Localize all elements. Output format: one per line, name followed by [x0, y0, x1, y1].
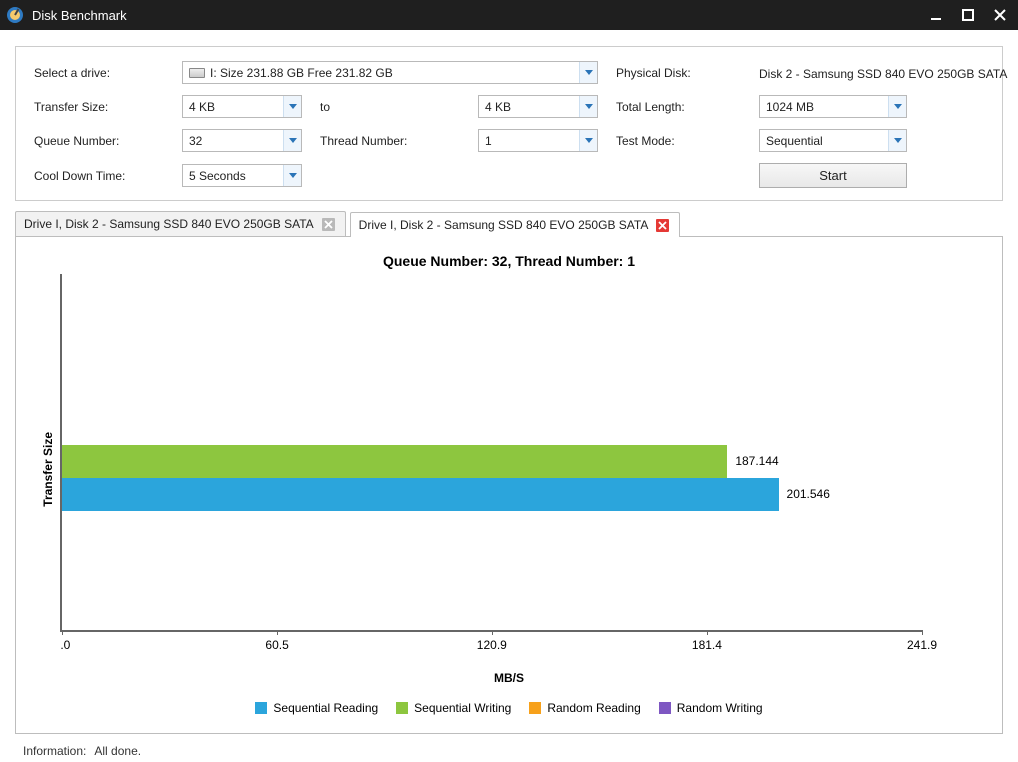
- close-tab-icon[interactable]: [656, 219, 669, 232]
- legend-item: Sequential Reading: [255, 701, 378, 715]
- x-tick-label: 60.5: [265, 638, 288, 652]
- label-thread-number: Thread Number:: [320, 134, 460, 148]
- label-queue-number: Queue Number:: [34, 134, 164, 148]
- transfer-size-from[interactable]: 4 KB: [182, 95, 302, 118]
- legend-swatch: [255, 702, 267, 714]
- legend-swatch: [659, 702, 671, 714]
- status-text: All done.: [94, 744, 141, 758]
- legend-swatch: [529, 702, 541, 714]
- start-button[interactable]: Start: [759, 163, 907, 188]
- chevron-down-icon[interactable]: [283, 130, 301, 151]
- content: Select a drive: I: Size 231.88 GB Free 2…: [5, 34, 1013, 762]
- legend-label: Sequential Writing: [414, 701, 511, 715]
- bar-value-label: 187.144: [727, 454, 778, 468]
- chart-panel: Queue Number: 32, Thread Number: 1 Trans…: [15, 236, 1003, 734]
- minimize-button[interactable]: [924, 5, 948, 25]
- x-tick-label: 241.9: [907, 638, 937, 652]
- label-to: to: [320, 100, 460, 114]
- drive-select[interactable]: I: Size 231.88 GB Free 231.82 GB: [182, 61, 598, 84]
- chart-bar: [62, 445, 727, 478]
- bar-value-label: 201.546: [779, 487, 830, 501]
- legend-item: Sequential Writing: [396, 701, 511, 715]
- legend-label: Random Writing: [677, 701, 763, 715]
- legend-item: Random Reading: [529, 701, 640, 715]
- result-tab[interactable]: Drive I, Disk 2 - Samsung SSD 840 EVO 25…: [15, 211, 346, 236]
- chart-bar: [62, 478, 779, 511]
- titlebar: Disk Benchmark: [0, 0, 1018, 30]
- chevron-down-icon[interactable]: [888, 96, 906, 117]
- legend-label: Sequential Reading: [273, 701, 378, 715]
- queue-number-select[interactable]: 32: [182, 129, 302, 152]
- cool-down-select[interactable]: 5 Seconds: [182, 164, 302, 187]
- window-title: Disk Benchmark: [32, 8, 916, 23]
- total-length-select[interactable]: 1024 MB: [759, 95, 907, 118]
- legend-swatch: [396, 702, 408, 714]
- chart-y-label: Transfer Size: [36, 270, 60, 668]
- test-mode-select[interactable]: Sequential: [759, 129, 907, 152]
- drive-icon: [189, 68, 205, 78]
- result-tab-active[interactable]: Drive I, Disk 2 - Samsung SSD 840 EVO 25…: [350, 212, 681, 237]
- label-transfer-size: Transfer Size:: [34, 100, 164, 114]
- x-tick-label: 120.9: [477, 638, 507, 652]
- legend-item: Random Writing: [659, 701, 763, 715]
- chart-x-label: MB/S: [36, 671, 982, 685]
- thread-number-select[interactable]: 1: [478, 129, 598, 152]
- tab-label: Drive I, Disk 2 - Samsung SSD 840 EVO 25…: [24, 217, 314, 231]
- label-physical-disk: Physical Disk:: [616, 66, 741, 80]
- chevron-down-icon[interactable]: [283, 96, 301, 117]
- transfer-size-to[interactable]: 4 KB: [478, 95, 598, 118]
- chevron-down-icon[interactable]: [579, 96, 597, 117]
- chevron-down-icon[interactable]: [579, 130, 597, 151]
- status-bar: Information: All done.: [5, 738, 1013, 762]
- window-root: Disk Benchmark Select a drive: I: Size 2…: [0, 0, 1018, 762]
- x-tick-label: 181.4: [692, 638, 722, 652]
- chevron-down-icon[interactable]: [283, 165, 301, 186]
- close-tab-icon[interactable]: [322, 218, 335, 231]
- close-button[interactable]: [988, 5, 1012, 25]
- label-total-length: Total Length:: [616, 100, 741, 114]
- status-label: Information:: [23, 744, 86, 758]
- tabstrip: Drive I, Disk 2 - Samsung SSD 840 EVO 25…: [5, 211, 1013, 236]
- chart-legend: Sequential Reading Sequential Writing Rand…: [36, 701, 982, 715]
- label-test-mode: Test Mode:: [616, 134, 741, 148]
- chart-area: Transfer Size 0.060.5120.9181.4241.94KB1…: [36, 270, 982, 668]
- tab-label: Drive I, Disk 2 - Samsung SSD 840 EVO 25…: [359, 218, 649, 232]
- plot-area: 0.060.5120.9181.4241.94KB187.144201.546: [60, 274, 922, 632]
- label-cool-down: Cool Down Time:: [34, 169, 164, 183]
- app-icon: [6, 6, 24, 24]
- chart-title: Queue Number: 32, Thread Number: 1: [36, 253, 982, 269]
- legend-label: Random Reading: [547, 701, 640, 715]
- maximize-button[interactable]: [956, 5, 980, 25]
- chevron-down-icon[interactable]: [579, 62, 597, 83]
- chevron-down-icon[interactable]: [888, 130, 906, 151]
- label-select-drive: Select a drive:: [34, 66, 164, 80]
- x-tick-label: 0.0: [60, 638, 70, 652]
- settings-panel: Select a drive: I: Size 231.88 GB Free 2…: [15, 46, 1003, 201]
- physical-disk-value: Disk 2 - Samsung SSD 840 EVO 250GB SATA: [759, 65, 907, 81]
